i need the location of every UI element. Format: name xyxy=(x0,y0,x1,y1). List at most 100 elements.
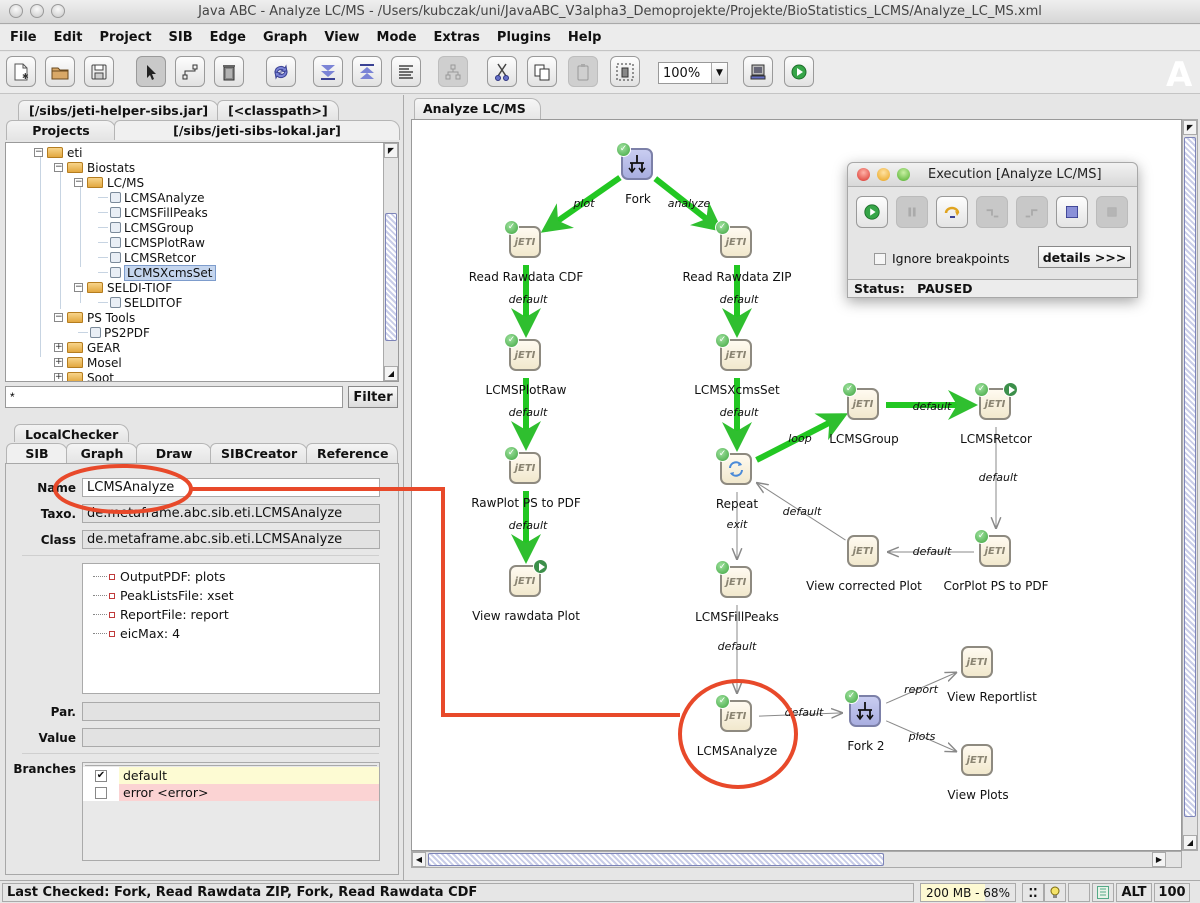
node-report[interactable]: jETI xyxy=(961,646,995,680)
scroll-down-arrow[interactable]: ◢ xyxy=(1183,835,1197,850)
tree-item-lc-ms[interactable]: − LC/MS xyxy=(74,175,144,190)
branch-checkbox[interactable] xyxy=(95,786,107,799)
refresh-button[interactable] xyxy=(266,56,296,87)
tab-graph[interactable]: Graph xyxy=(66,443,138,463)
node-corpdf[interactable]: jETI ✓ xyxy=(974,529,1013,569)
tab-localchecker[interactable]: LocalChecker xyxy=(14,424,130,442)
save-button[interactable] xyxy=(84,56,114,87)
tree-item-soot[interactable]: + Soot xyxy=(54,370,114,381)
tree-item-lcmsanalyze[interactable]: LCMSAnalyze xyxy=(98,190,205,205)
menu-edge[interactable]: Edge xyxy=(204,30,252,45)
node-analyze[interactable]: jETI ✓ xyxy=(715,694,754,734)
branch-row-error[interactable]: error <error> xyxy=(83,784,379,801)
tree-item-mosel[interactable]: + Mosel xyxy=(54,355,122,370)
exec-terminate-button[interactable] xyxy=(1096,196,1128,228)
expand-button[interactable] xyxy=(352,56,382,87)
menu-extras[interactable]: Extras xyxy=(428,30,486,45)
canvas-vertical-scrollbar[interactable]: ◤ ◢ xyxy=(1182,119,1198,851)
tab-projects[interactable]: Projects xyxy=(6,120,116,140)
collapse-icon[interactable]: − xyxy=(74,178,83,187)
menu-help[interactable]: Help xyxy=(562,30,607,45)
scroll-thumb[interactable] xyxy=(385,213,397,341)
menu-file[interactable]: File xyxy=(4,30,43,45)
scroll-up-arrow[interactable]: ◤ xyxy=(384,143,398,158)
collapse-icon[interactable]: − xyxy=(54,313,63,322)
name-field[interactable]: LCMSAnalyze xyxy=(82,478,380,497)
scroll-down-arrow[interactable]: ◢ xyxy=(384,366,398,381)
menu-project[interactable]: Project xyxy=(93,30,157,45)
tab-helper-sibs[interactable]: [/sibs/jeti-helper-sibs.jar] xyxy=(18,100,220,120)
details-button[interactable]: details >>> xyxy=(1038,246,1131,268)
branch-checkbox[interactable]: ✔ xyxy=(95,769,107,782)
branch-row-default[interactable]: ✔ default xyxy=(83,767,379,784)
node-group[interactable]: jETI ✓ xyxy=(842,382,881,422)
grip-icon[interactable]: ⁚⁚ xyxy=(1022,883,1044,902)
tree-item-eti[interactable]: − eti xyxy=(34,145,82,160)
node-plotraw[interactable]: jETI ✓ xyxy=(504,333,543,373)
canvas-horizontal-scrollbar[interactable]: ◀ ▶ xyxy=(411,851,1182,868)
tab-sibcreator[interactable]: SIBCreator xyxy=(210,443,308,463)
lightbulb-icon[interactable] xyxy=(1044,883,1066,902)
node-fork2[interactable]: ✓ xyxy=(844,689,883,729)
edge-mode-button[interactable] xyxy=(175,56,205,87)
expand-icon[interactable]: + xyxy=(54,358,63,367)
node-retcor[interactable]: jETI ✓ xyxy=(974,382,1018,422)
close-window-button[interactable] xyxy=(857,168,870,181)
parameter-item[interactable]: ReportFile: report xyxy=(93,607,229,622)
select-mode-button[interactable] xyxy=(136,56,166,87)
hierarchy-button[interactable] xyxy=(438,56,468,87)
copy-button[interactable] xyxy=(527,56,557,87)
paste-button[interactable] xyxy=(568,56,598,87)
value-field[interactable] xyxy=(82,728,380,747)
tab-sibs-lokal[interactable]: [/sibs/jeti-sibs-lokal.jar] xyxy=(114,120,400,140)
collapse-icon[interactable]: − xyxy=(54,163,63,172)
node-rrcdf[interactable]: jETI ✓ xyxy=(504,220,543,260)
delete-button[interactable] xyxy=(214,56,244,87)
cut-button[interactable] xyxy=(487,56,517,87)
run-button[interactable] xyxy=(784,56,814,87)
open-button[interactable] xyxy=(45,56,75,87)
node-plots[interactable]: jETI xyxy=(961,744,995,778)
expand-icon[interactable]: + xyxy=(54,373,63,381)
exec-step-out-button[interactable] xyxy=(1016,196,1048,228)
align-button[interactable] xyxy=(391,56,421,87)
node-repeat[interactable]: ✓ xyxy=(715,447,754,487)
menu-edit[interactable]: Edit xyxy=(48,30,89,45)
list-icon[interactable] xyxy=(1092,883,1114,902)
parameter-item[interactable]: OutputPDF: plots xyxy=(93,569,225,584)
new-file-button[interactable]: ✱ xyxy=(6,56,36,87)
scroll-thumb[interactable] xyxy=(1184,137,1196,817)
node-fork[interactable]: ✓ xyxy=(616,142,655,182)
tree-item-ps-tools[interactable]: − PS Tools xyxy=(54,310,135,325)
node-viewraw[interactable]: jETI xyxy=(509,559,548,599)
parameter-item[interactable]: eicMax: 4 xyxy=(93,626,180,641)
exec-step-into-button[interactable] xyxy=(976,196,1008,228)
tree-vertical-scrollbar[interactable]: ◤ ◢ xyxy=(383,143,398,381)
tree-item-lcmsxcmsset[interactable]: LCMSXcmsSet xyxy=(98,264,216,281)
node-rawpdf[interactable]: jETI ✓ xyxy=(504,446,543,486)
parameter-item[interactable]: PeakListsFile: xset xyxy=(93,588,234,603)
zoom-window-button[interactable] xyxy=(897,168,910,181)
node-fill[interactable]: jETI ✓ xyxy=(715,560,754,600)
minimize-window-button[interactable] xyxy=(877,168,890,181)
chevron-down-icon[interactable]: ▼ xyxy=(711,63,727,83)
filter-input[interactable] xyxy=(5,386,343,408)
tree-item-ps2pdf[interactable]: PS2PDF xyxy=(78,325,150,340)
scroll-left-arrow[interactable]: ◀ xyxy=(412,852,426,867)
terminal-button[interactable] xyxy=(743,56,773,87)
delete-selection-button[interactable] xyxy=(610,56,640,87)
menu-view[interactable]: View xyxy=(318,30,365,45)
exec-pause-button[interactable] xyxy=(896,196,928,228)
collapse-button[interactable] xyxy=(313,56,343,87)
zoom-select[interactable]: 100% ▼ xyxy=(658,62,728,84)
menu-plugins[interactable]: Plugins xyxy=(491,30,557,45)
scroll-thumb[interactable] xyxy=(428,853,884,866)
filter-button[interactable]: Filter xyxy=(348,386,398,408)
ignore-breakpoints-checkbox[interactable]: Ignore breakpoints xyxy=(874,251,1010,266)
tab-sib[interactable]: SIB xyxy=(6,443,68,463)
tree-item-seldi-tiof[interactable]: − SELDI-TIOF xyxy=(74,280,172,295)
collapse-icon[interactable]: − xyxy=(74,283,83,292)
menu-graph[interactable]: Graph xyxy=(257,30,313,45)
menu-sib[interactable]: SIB xyxy=(163,30,199,45)
collapse-icon[interactable]: − xyxy=(34,148,43,157)
